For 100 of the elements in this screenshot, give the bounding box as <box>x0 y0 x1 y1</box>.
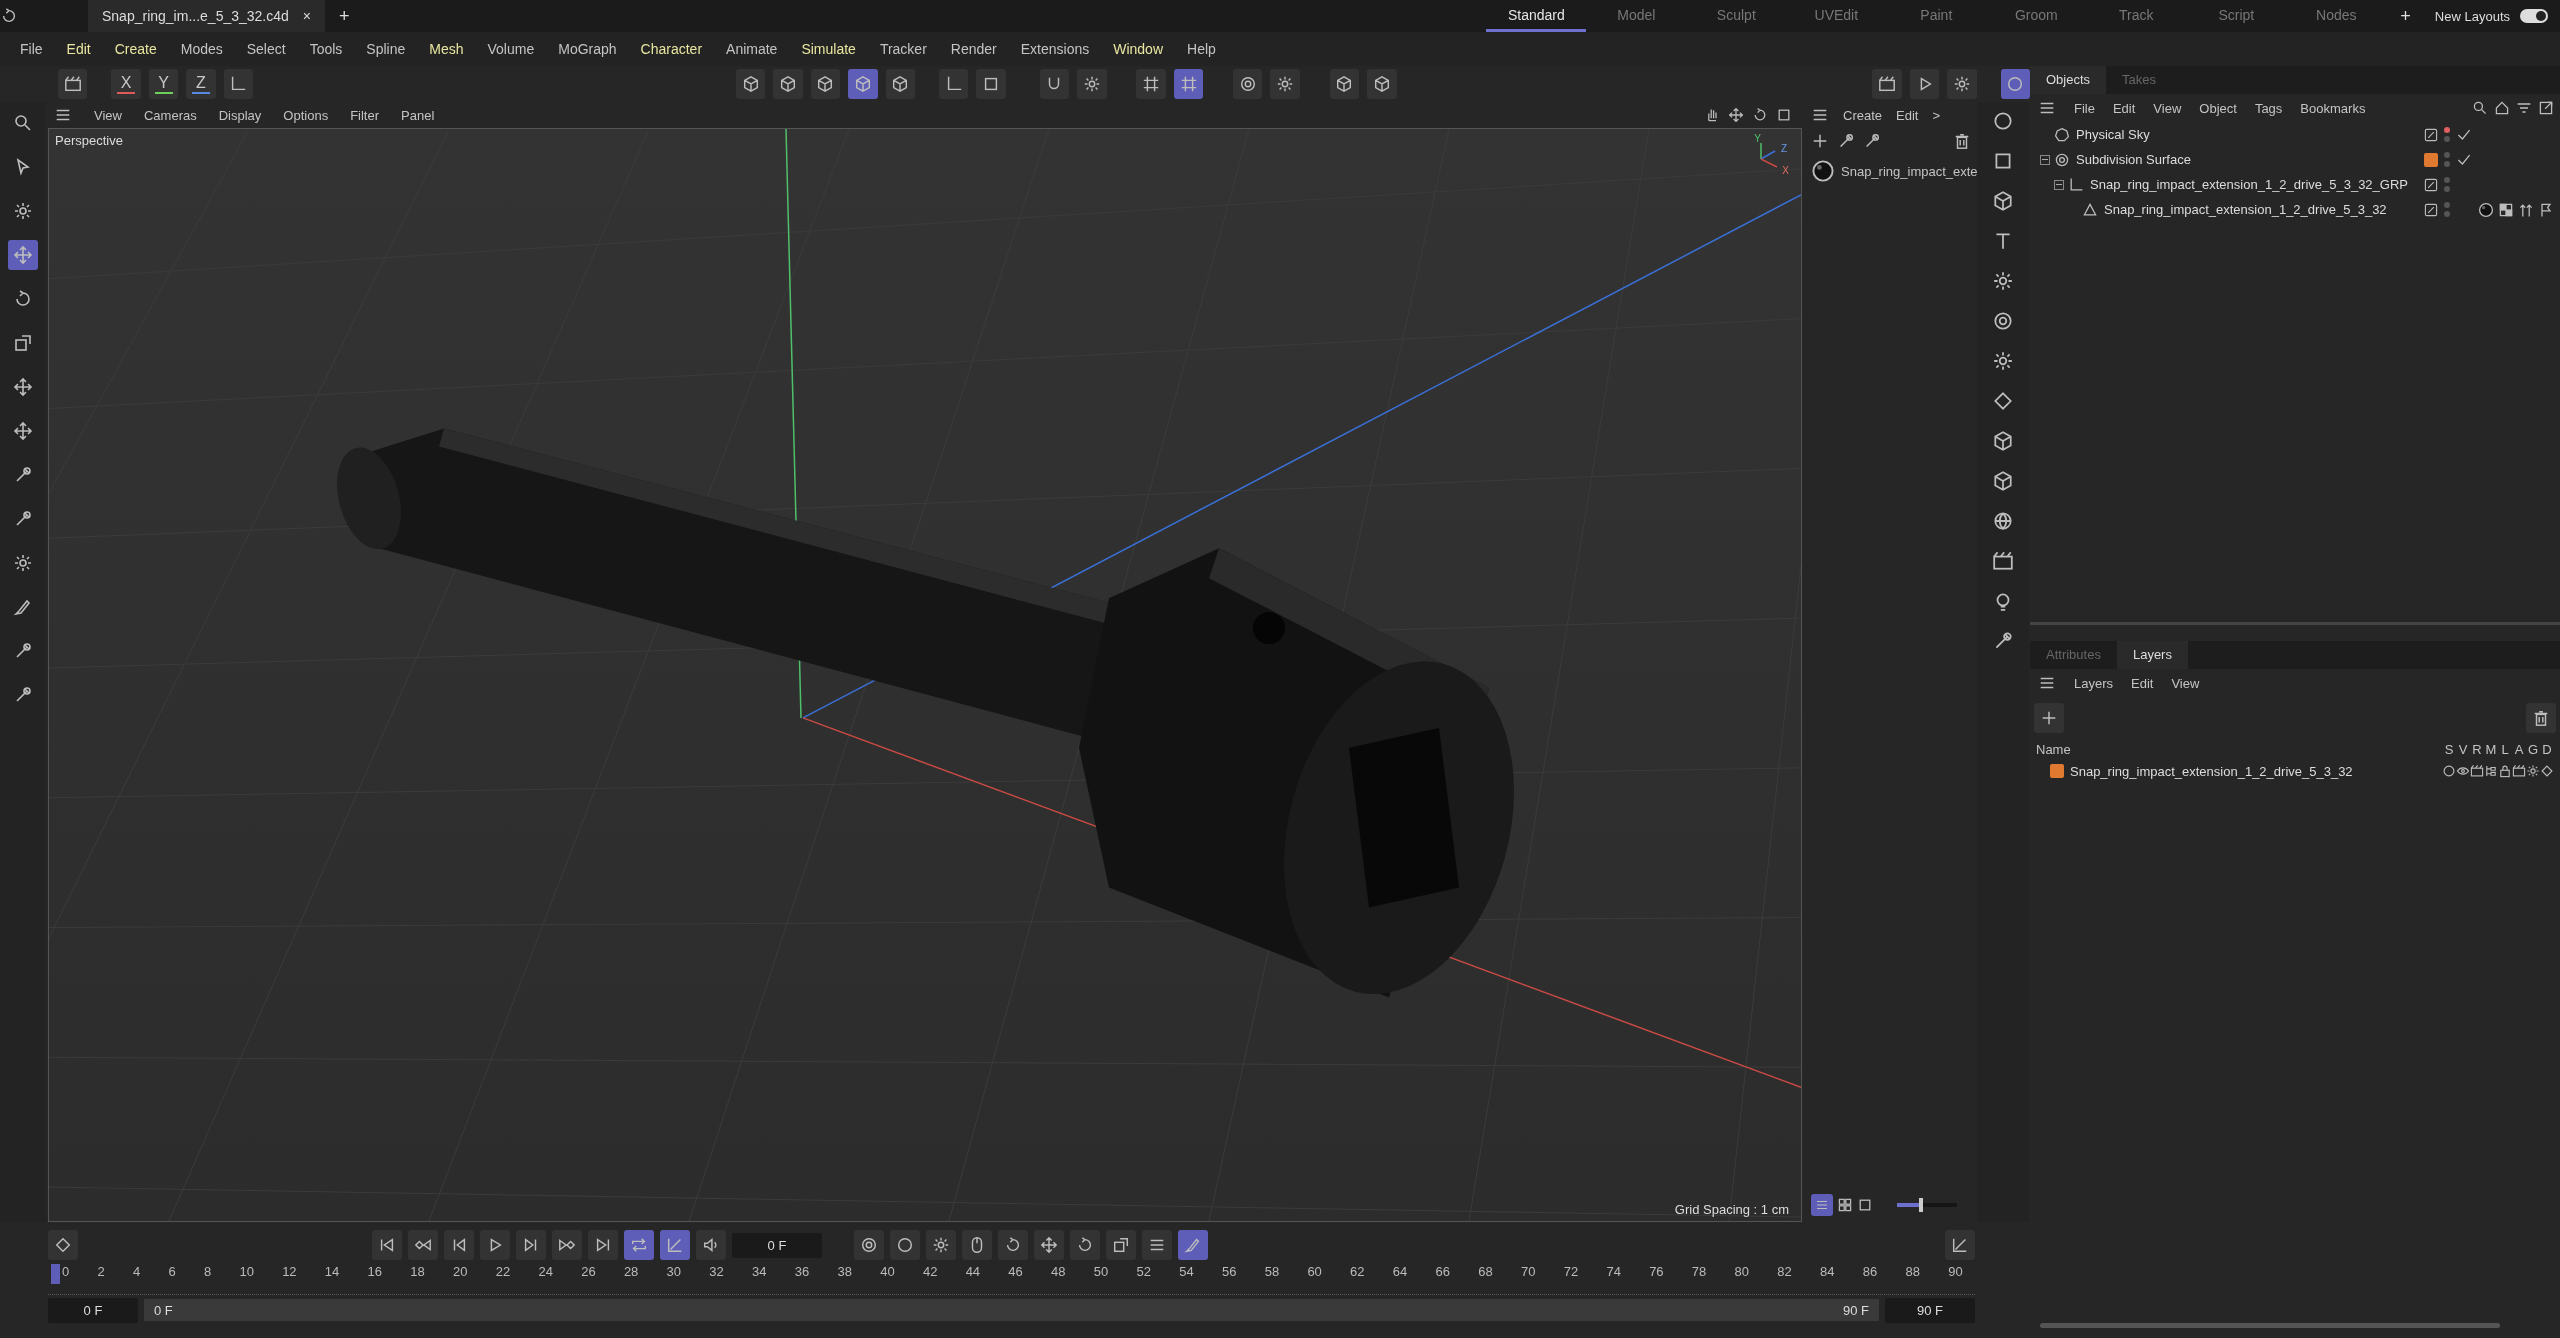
viewport-menu-item[interactable]: Options <box>283 107 329 123</box>
layout-tab[interactable]: Model <box>1586 0 1687 32</box>
menu-item[interactable]: Tracker <box>867 41 939 57</box>
current-frame-field[interactable]: 0 F <box>732 1232 822 1258</box>
frame-tick: 56 <box>1221 1264 1237 1280</box>
menu-item[interactable]: Help <box>1175 41 1228 57</box>
object-name[interactable]: Snap_ring_impact_extension_1_2_drive_5_3_32_GRP <box>2090 177 2408 192</box>
close-tab-button[interactable]: × <box>302 8 311 24</box>
frame-tick: 64 <box>1392 1264 1408 1280</box>
layout-tab[interactable]: Nodes <box>2286 0 2387 32</box>
frame-tick: 62 <box>1350 1264 1365 1280</box>
menu-item[interactable]: Simulate <box>789 41 868 57</box>
add-layout-button[interactable]: + <box>2386 5 2425 27</box>
frame-tick: 18 <box>410 1264 425 1280</box>
objects-menu-item[interactable]: Object <box>2199 100 2237 116</box>
column-header: A <box>2513 741 2525 757</box>
start-frame-field[interactable]: 0 F <box>48 1297 138 1323</box>
layout-tab[interactable]: Track <box>2086 0 2187 32</box>
panel-tab[interactable]: Objects <box>2030 66 2107 94</box>
frame-tick: 26 <box>581 1264 596 1280</box>
new-tab-button[interactable]: + <box>325 5 364 27</box>
frame-tick: 82 <box>1777 1264 1792 1280</box>
objects-menu-item[interactable]: File <box>2074 100 2095 116</box>
frame-tick: 88 <box>1905 1264 1920 1280</box>
frame-tick: 8 <box>203 1264 212 1280</box>
object-name[interactable]: Physical Sky <box>2076 127 2150 142</box>
frame-tick: 68 <box>1478 1264 1493 1280</box>
layers-menu-item[interactable]: View <box>2171 675 2200 691</box>
material-menu-item[interactable]: Create <box>1843 107 1883 123</box>
menu-item[interactable]: Tools <box>297 41 355 57</box>
frame-tick: 54 <box>1179 1264 1194 1280</box>
material-menu-item[interactable]: > <box>1932 107 1941 123</box>
frame-tick: 22 <box>495 1264 511 1280</box>
objects-menu-item[interactable]: Edit <box>2112 100 2136 116</box>
frame-tick: 50 <box>1093 1264 1109 1280</box>
frame-tick: 58 <box>1264 1264 1280 1280</box>
frame-tick: 72 <box>1563 1264 1579 1280</box>
frame-tick: 6 <box>168 1264 176 1280</box>
menu-item[interactable]: Modes <box>168 41 235 57</box>
document-tab[interactable]: Snap_ring_im...e_5_3_32.c4d <box>102 8 289 24</box>
frame-tick: 74 <box>1606 1264 1621 1280</box>
frame-tick: 28 <box>623 1264 639 1280</box>
frame-tick: 78 <box>1691 1264 1707 1280</box>
menu-item[interactable]: Mesh <box>417 41 476 57</box>
column-header: R <box>2471 741 2483 757</box>
layer-name[interactable]: Snap_ring_impact_extension_1_2_drive_5_3_32 <box>2070 763 2353 779</box>
menu-item[interactable]: Edit <box>54 41 103 57</box>
layout-tab[interactable]: Groom <box>1986 0 2087 32</box>
frame-tick: 86 <box>1862 1264 1878 1280</box>
menu-item[interactable]: Volume <box>475 41 547 57</box>
frame-tick: 0 <box>62 1264 70 1280</box>
frame-tick: 38 <box>837 1264 852 1280</box>
menu-item[interactable]: MoGraph <box>546 41 629 57</box>
menu-item[interactable]: Select <box>234 41 298 57</box>
layers-menu-item[interactable]: Edit <box>2131 675 2154 691</box>
viewport-menu-item[interactable]: View <box>94 107 122 123</box>
layout-tab[interactable]: Script <box>2186 0 2287 32</box>
frame-tick: 52 <box>1136 1264 1151 1280</box>
menu-item[interactable]: Spline <box>354 41 418 57</box>
layout-tab[interactable]: Paint <box>1886 0 1987 32</box>
end-frame-field[interactable]: 90 F <box>1885 1297 1975 1323</box>
viewport-menu-item[interactable]: Display <box>218 107 262 123</box>
menu-item[interactable]: Character <box>628 41 715 57</box>
frame-tick: 2 <box>97 1264 105 1280</box>
objects-menu-item[interactable]: Tags <box>2254 100 2283 116</box>
frame-tick: 46 <box>1008 1264 1023 1280</box>
frame-tick: 24 <box>538 1264 553 1280</box>
objects-menu-item[interactable]: Bookmarks <box>2300 100 2366 116</box>
layout-tab[interactable]: Sculpt <box>1686 0 1787 32</box>
menu-item[interactable]: Extensions <box>1008 41 1102 57</box>
viewport-menu-item[interactable]: Cameras <box>143 107 197 123</box>
column-header: G <box>2526 741 2540 757</box>
menu-item[interactable]: Create <box>102 41 169 57</box>
material-menu-item[interactable]: Edit <box>1896 107 1919 123</box>
frame-tick: 90 <box>1948 1264 1963 1280</box>
camera-label[interactable]: Perspective <box>55 133 123 148</box>
column-header: V <box>2457 741 2469 757</box>
frame-tick: 40 <box>880 1264 895 1280</box>
object-name[interactable]: Subdivision Surface <box>2076 152 2191 167</box>
frame-tick: 70 <box>1521 1264 1536 1280</box>
frame-tick: 30 <box>666 1264 682 1280</box>
new-layouts-label: New Layouts <box>2434 8 2510 24</box>
panel-tab[interactable]: Layers <box>2116 641 2188 669</box>
material-name[interactable]: Snap_ring_impact_exte <box>1841 163 1977 179</box>
object-name[interactable]: Snap_ring_impact_extension_1_2_drive_5_3_32 <box>2104 202 2387 217</box>
layout-tab[interactable]: UVEdit <box>1786 0 1887 32</box>
viewport-menu-item[interactable]: Filter <box>350 107 380 123</box>
frame-tick: 48 <box>1051 1264 1066 1280</box>
frame-tick: 36 <box>794 1264 810 1280</box>
menu-item[interactable]: Animate <box>714 41 790 57</box>
menu-item[interactable]: Window <box>1101 41 1175 57</box>
viewport-menu-item[interactable]: Panel <box>401 107 435 123</box>
frame-tick: 4 <box>132 1264 141 1280</box>
frame-tick: 60 <box>1307 1264 1322 1280</box>
frame-tick: 80 <box>1734 1264 1750 1280</box>
layers-menu-item[interactable]: Layers <box>2074 675 2114 691</box>
frame-range-bar[interactable]: 0 F 90 F <box>144 1299 1879 1321</box>
objects-menu-item[interactable]: View <box>2153 100 2182 116</box>
menu-item[interactable]: Render <box>938 41 1009 57</box>
menu-item[interactable]: File <box>8 41 55 57</box>
